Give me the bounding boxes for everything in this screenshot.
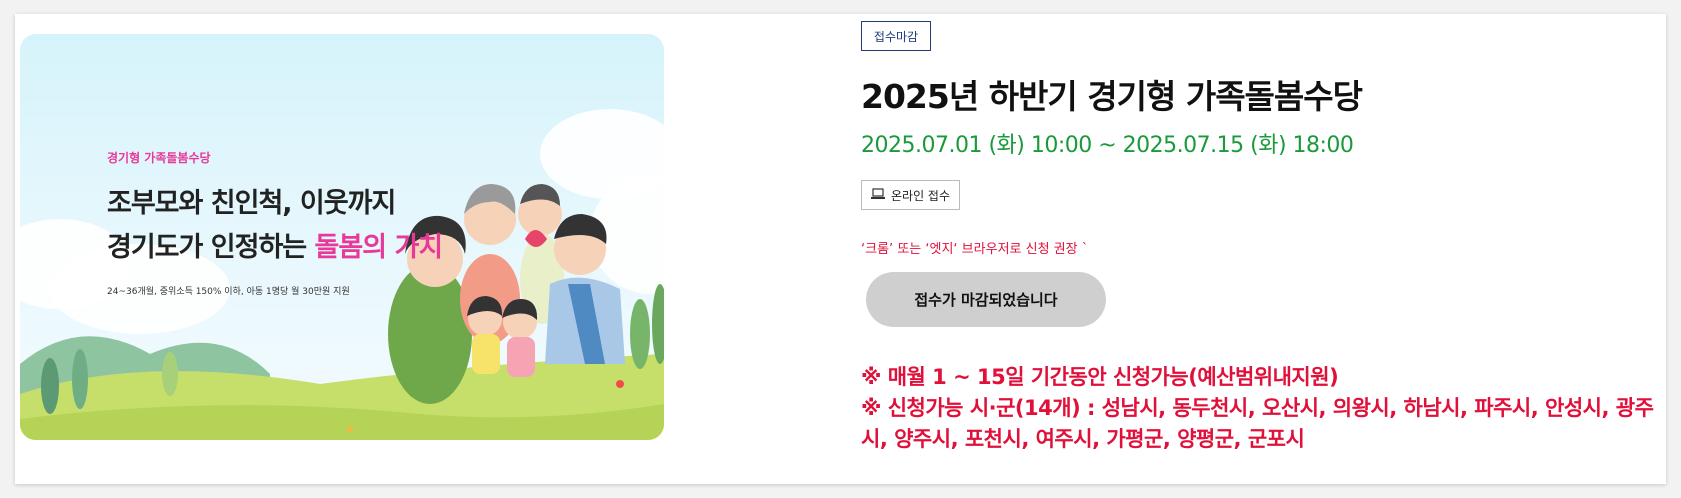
banner-headline-line2: 경기도가 인정하는 돌봄의 가치: [107, 226, 444, 270]
notice-list: ※ 매월 1 ~ 15일 기간동안 신청가능(예산범위내지원) ※ 신청가능 시…: [861, 362, 1661, 455]
banner-headline: 조부모와 친인척, 이웃까지 경기도가 인정하는 돌봄의 가치: [107, 182, 444, 270]
banner-headline-line2-prefix: 경기도가 인정하는: [107, 232, 315, 263]
application-method-tag: 온라인 접수: [861, 180, 961, 210]
program-title: 2025년 하반기 경기형 가족돌봄수당: [861, 77, 1363, 116]
notice-period: ※ 매월 1 ~ 15일 기간동안 신청가능(예산범위내지원): [861, 365, 1339, 389]
notice-eligible-cities: ※ 신청가능 시·군(14개) : 성남시, 동두천시, 오산시, 의왕시, 하…: [861, 396, 1654, 451]
banner-subtitle: 경기형 가족돌봄수당: [107, 151, 211, 165]
laptop-icon: [871, 187, 885, 203]
application-closed-button[interactable]: 접수가 마감되었습니다: [866, 272, 1106, 327]
banner-headline-line1: 조부모와 친인척, 이웃까지: [107, 188, 396, 219]
banner-eligibility-note: 24~36개월, 중위소득 150% 이하, 아동 1명당 월 30만원 지원: [107, 287, 350, 297]
browser-recommendation: ‘크롬’ 또는 ‘엣지‘ 브라우저로 신청 권장 `: [861, 242, 1089, 257]
status-badge: 접수마감: [861, 21, 931, 51]
application-method-label: 온라인 접수: [891, 188, 951, 203]
banner-headline-highlight: 돌봄의 가치: [314, 232, 444, 263]
program-banner-image: 경기형 가족돌봄수당 조부모와 친인척, 이웃까지 경기도가 인정하는 돌봄의 …: [20, 34, 664, 440]
application-period: 2025.07.01 (화) 10:00 ~ 2025.07.15 (화) 18…: [861, 133, 1354, 158]
